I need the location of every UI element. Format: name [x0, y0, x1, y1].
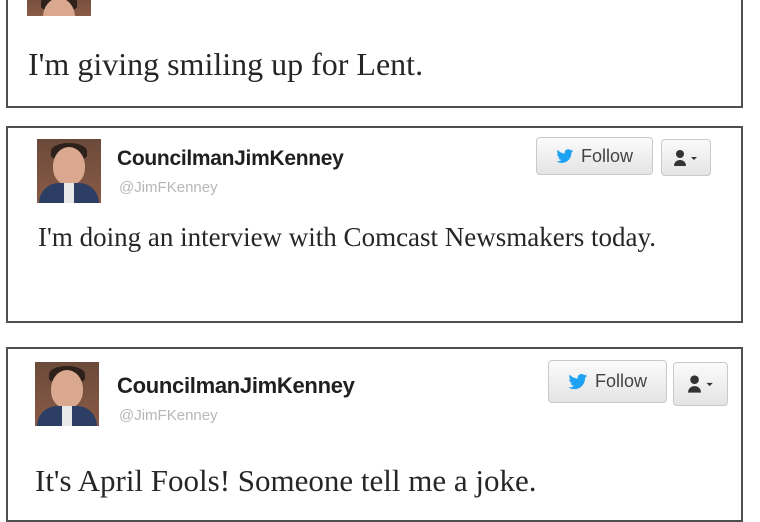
- follow-button[interactable]: Follow: [536, 137, 653, 175]
- follow-label: Follow: [580, 145, 633, 166]
- tweet-text: I'm giving smiling up for Lent.: [28, 46, 424, 82]
- tweet-text: It's April Fools! Someone tell me a joke…: [35, 463, 537, 498]
- tweet-card-3: CouncilmanJimKenney @JimFKenney Follow I…: [6, 347, 743, 522]
- user-dropdown-button[interactable]: [673, 362, 728, 406]
- avatar[interactable]: [27, 0, 91, 16]
- tweet-card-2: CouncilmanJimKenney @JimFKenney Follow I…: [6, 126, 743, 323]
- user-name[interactable]: CouncilmanJimKenney: [117, 373, 355, 399]
- user-handle[interactable]: @JimFKenney: [119, 179, 218, 196]
- user-name[interactable]: CouncilmanJimKenney: [117, 147, 344, 171]
- avatar[interactable]: [37, 139, 101, 203]
- tweet-card-1: I'm giving smiling up for Lent.: [6, 0, 743, 108]
- user-dropdown-icon: [687, 374, 715, 394]
- user-handle[interactable]: @JimFKenney: [119, 407, 218, 424]
- twitter-bird-icon: [556, 148, 574, 164]
- user-dropdown-button[interactable]: [661, 139, 711, 176]
- avatar[interactable]: [35, 362, 99, 426]
- follow-button[interactable]: Follow: [548, 360, 667, 403]
- follow-label: Follow: [594, 371, 647, 391]
- tweet-text: I'm doing an interview with Comcast News…: [38, 222, 656, 252]
- twitter-bird-icon: [568, 373, 588, 390]
- user-dropdown-icon: [673, 149, 699, 167]
